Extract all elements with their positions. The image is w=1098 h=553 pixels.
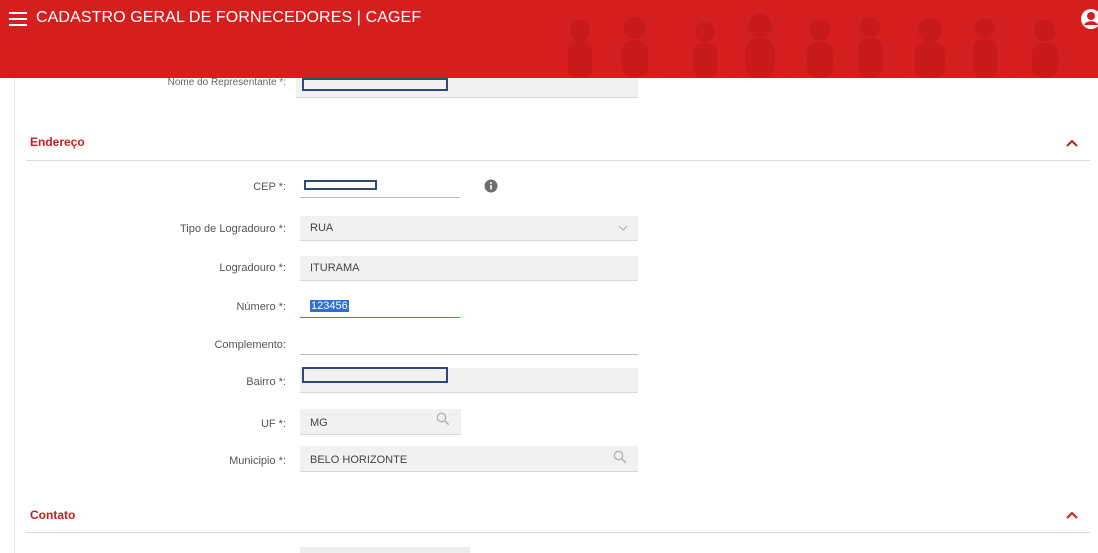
uf-label: UF *: (260, 418, 286, 430)
uf-value: MG (310, 417, 328, 429)
app-header: CADASTRO GERAL DE FORNECEDORES | CAGEF (0, 0, 1098, 78)
representante-label: Nome do Representante *: (167, 77, 286, 88)
info-icon[interactable] (484, 179, 498, 193)
municipio-label: Municipio *: (229, 455, 286, 467)
content-left-border (14, 78, 15, 553)
contato-collapse-chevron-up-icon[interactable] (1066, 511, 1078, 519)
tipo-logradouro-value: RUA (310, 222, 334, 234)
contato-section-divider (26, 532, 1090, 533)
numero-label: Número *: (236, 301, 286, 313)
logradouro-value: ITURAMA (310, 262, 360, 274)
complemento-input[interactable] (300, 333, 638, 355)
endereco-section-title: Endereço (30, 135, 85, 149)
municipio-input[interactable]: BELO HORIZONTE (300, 446, 638, 472)
cep-redaction-box (304, 180, 377, 190)
tipo-logradouro-label: Tipo de Logradouro *: (180, 223, 286, 235)
caret-down-icon[interactable] (618, 225, 628, 231)
numero-input[interactable]: 123456 (300, 295, 460, 318)
municipio-search-icon[interactable] (613, 450, 627, 464)
municipio-value: BELO HORIZONTE (310, 454, 408, 466)
cep-label: CEP *: (253, 181, 286, 193)
hamburger-menu-icon[interactable] (9, 12, 27, 28)
header-background-people-graphic (568, 14, 1058, 78)
endereco-collapse-chevron-up-icon[interactable] (1066, 139, 1078, 147)
uf-search-icon[interactable] (436, 412, 450, 426)
endereco-section-divider (26, 160, 1090, 161)
user-account-icon[interactable] (1080, 8, 1098, 30)
complemento-label: Complemento: (214, 339, 286, 351)
app-title: CADASTRO GERAL DE FORNECEDORES | CAGEF (36, 9, 422, 26)
contato-section-title: Contato (30, 508, 76, 522)
tipo-logradouro-select[interactable]: RUA (300, 216, 638, 241)
bairro-label: Bairro *: (246, 376, 286, 388)
logradouro-label: Logradouro *: (219, 262, 286, 274)
contato-next-row-partial (300, 547, 470, 553)
bairro-redaction-box (302, 367, 448, 383)
representante-redaction-box (302, 78, 448, 91)
logradouro-input[interactable]: ITURAMA (300, 256, 638, 281)
numero-selected-value: 123456 (310, 300, 349, 312)
